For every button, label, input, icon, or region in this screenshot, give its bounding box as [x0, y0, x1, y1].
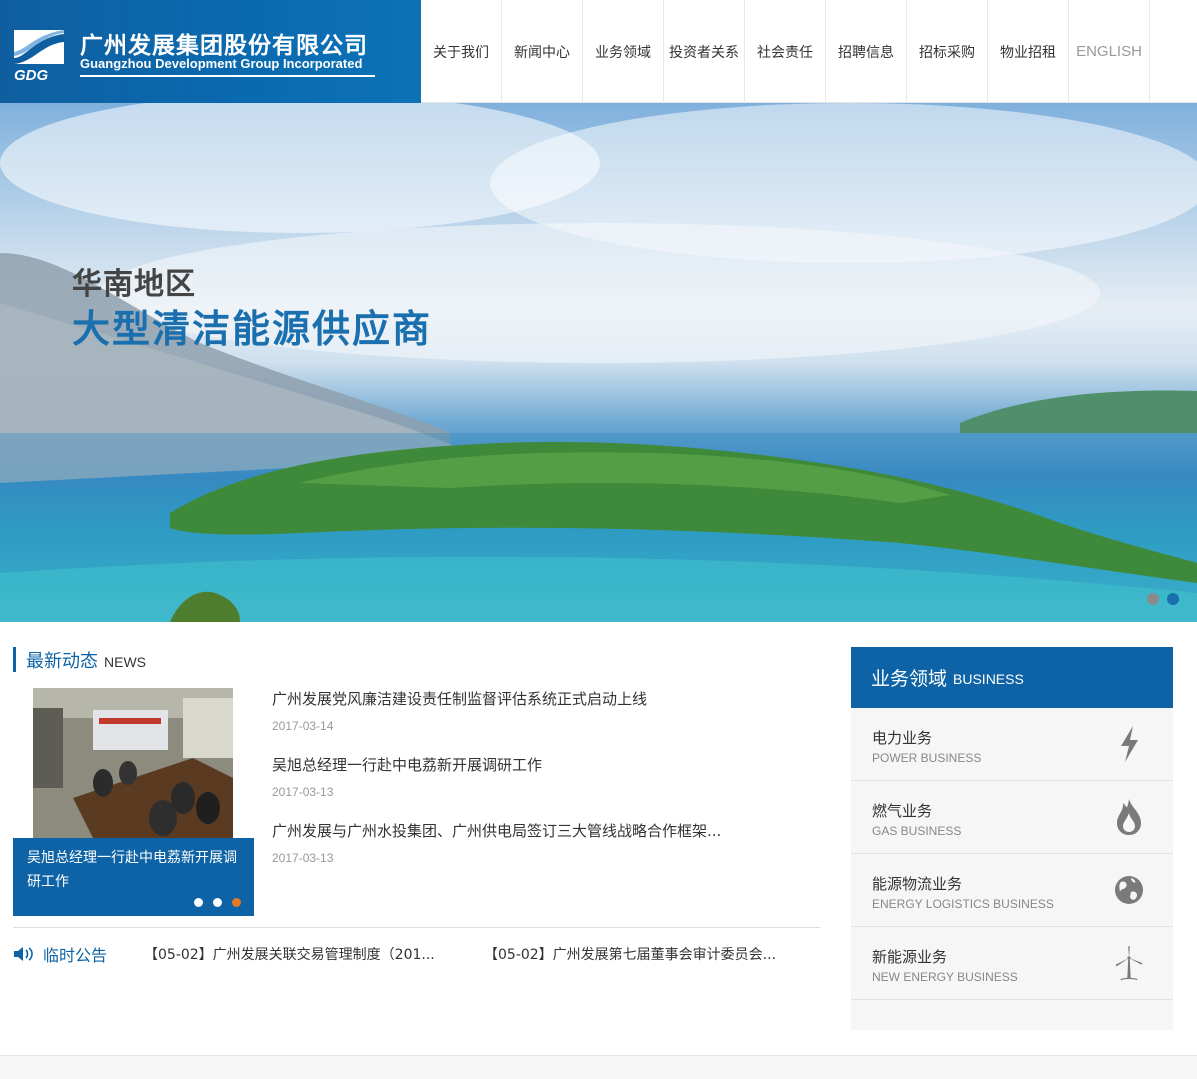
news-item: 广州发展与广州水投集团、广州供电局签订三大管线战略合作框架... 2017-03… [272, 820, 812, 886]
banner-pagination [1147, 593, 1179, 605]
site-header: GDG 广州发展集团股份有限公司 Guangzhou Development G… [0, 0, 1197, 103]
news-item-date: 2017-03-13 [272, 851, 334, 865]
banner-headline-main: 大型清洁能源供应商 [72, 307, 433, 351]
news-photo-carousel[interactable]: 吴旭总经理一行赴中电荔新开展调研工作 [13, 688, 254, 916]
nav-procurement[interactable]: 招标采购 [907, 0, 988, 103]
speaker-icon [14, 947, 33, 961]
news-photo[interactable] [33, 688, 233, 838]
business-item-logistics[interactable]: 能源物流业务 ENERGY LOGISTICS BUSINESS [851, 854, 1173, 927]
news-list: 广州发展党风廉洁建设责任制监督评估系统正式启动上线 2017-03-14 吴旭总… [272, 688, 812, 886]
caption-pagination [194, 898, 241, 907]
caption-dot-3[interactable] [232, 898, 241, 907]
business-panel: 业务领域 BUSINESS 电力业务 POWER BUSINESS 燃气业务 G… [851, 647, 1173, 1030]
nav-business[interactable]: 业务领域 [583, 0, 664, 103]
announcement-label[interactable]: 临时公告 [43, 942, 107, 966]
gdg-logo-icon: GDG [14, 30, 64, 84]
nav-property[interactable]: 物业招租 [988, 0, 1069, 103]
banner-dot-2[interactable] [1167, 593, 1179, 605]
news-item-date: 2017-03-13 [272, 785, 334, 799]
banner-dot-1[interactable] [1147, 593, 1159, 605]
nav-about[interactable]: 关于我们 [421, 0, 502, 103]
caption-dot-2[interactable] [213, 898, 222, 907]
banner-headline-top: 华南地区 [72, 267, 196, 302]
news-item-date: 2017-03-14 [272, 719, 334, 733]
globe-icon [1115, 876, 1143, 904]
business-item-new-energy[interactable]: 新能源业务 NEW ENERGY BUSINESS [851, 927, 1173, 1000]
nav-investors[interactable]: 投资者关系 [664, 0, 745, 103]
news-item: 广州发展党风廉洁建设责任制监督评估系统正式启动上线 2017-03-14 [272, 688, 812, 754]
nav-english[interactable]: ENGLISH [1069, 0, 1150, 103]
announcement-bar: 临时公告 【05-02】广州发展关联交易管理制度（201... 【05-02】广… [13, 943, 820, 965]
site-footer [0, 1055, 1197, 1079]
news-section-title: 最新动态 NEWS [13, 647, 146, 672]
meeting-room-image [33, 688, 233, 838]
news-item-title[interactable]: 吴旭总经理一行赴中电荔新开展调研工作 [272, 754, 812, 776]
main-nav: 关于我们 新闻中心 业务领域 投资者关系 社会责任 招聘信息 招标采购 物业招租… [421, 0, 1150, 103]
nav-csr[interactable]: 社会责任 [745, 0, 826, 103]
announcement-item[interactable]: 【05-02】广州发展第七届董事会审计委员会... [484, 944, 776, 964]
company-name-cn: 广州发展集团股份有限公司 [80, 33, 368, 59]
business-title-en: BUSINESS [953, 671, 1024, 687]
news-title-cn: 最新动态 [26, 651, 98, 672]
announcement-item[interactable]: 【05-02】广州发展关联交易管理制度（201... [144, 944, 435, 964]
caption-dot-1[interactable] [194, 898, 203, 907]
news-item-title[interactable]: 广州发展党风廉洁建设责任制监督评估系统正式启动上线 [272, 688, 812, 710]
logo[interactable]: GDG 广州发展集团股份有限公司 Guangzhou Development G… [0, 0, 421, 103]
svg-text:GDG: GDG [14, 67, 49, 84]
business-title-cn: 业务领域 [871, 668, 948, 690]
nav-news[interactable]: 新闻中心 [502, 0, 583, 103]
news-photo-caption[interactable]: 吴旭总经理一行赴中电荔新开展调研工作 [13, 838, 254, 916]
business-item-gas[interactable]: 燃气业务 GAS BUSINESS [851, 781, 1173, 854]
news-item-title[interactable]: 广州发展与广州水投集团、广州供电局签订三大管线战略合作框架... [272, 820, 812, 842]
wind-turbine-icon [1115, 946, 1143, 981]
logo-underline [80, 75, 375, 77]
business-item-power[interactable]: 电力业务 POWER BUSINESS [851, 708, 1173, 781]
hero-banner[interactable]: 华南地区 大型清洁能源供应商 [0, 103, 1197, 622]
news-title-en: NEWS [104, 654, 146, 670]
news-item: 吴旭总经理一行赴中电荔新开展调研工作 2017-03-13 [272, 754, 812, 820]
divider [13, 927, 820, 928]
company-name-en: Guangzhou Development Group Incorporated [80, 56, 363, 71]
banner-landscape [0, 103, 1197, 622]
flame-icon [1117, 799, 1141, 835]
business-panel-header: 业务领域 BUSINESS [851, 647, 1173, 708]
nav-careers[interactable]: 招聘信息 [826, 0, 907, 103]
lightning-icon [1121, 726, 1138, 762]
news-caption-text: 吴旭总经理一行赴中电荔新开展调研工作 [27, 850, 237, 890]
